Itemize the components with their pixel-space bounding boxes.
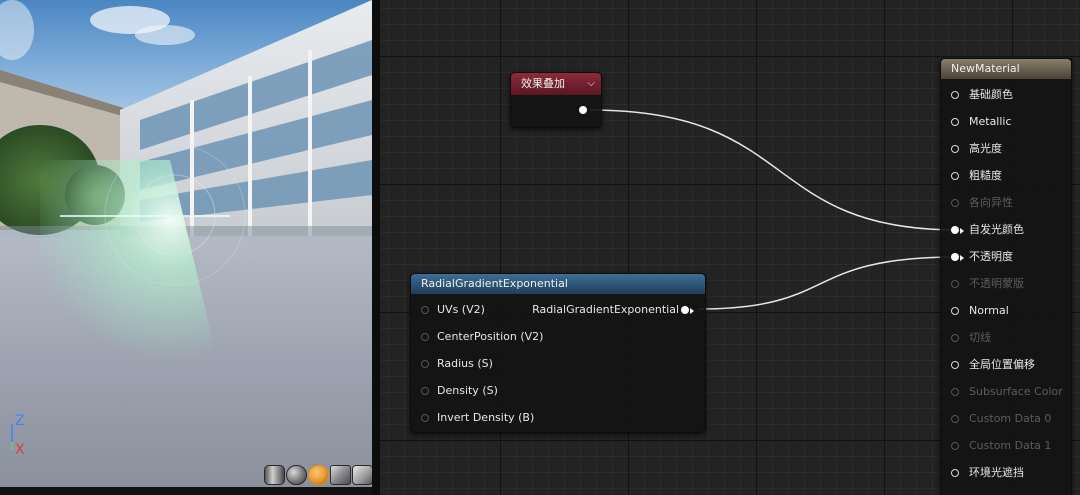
new-material-node-header[interactable]: NewMaterial [941, 59, 1071, 79]
material-input-label: 高光度 [969, 142, 1002, 155]
preview-shape-toolbar [264, 465, 372, 485]
material-input-pin [951, 199, 959, 207]
radial-input-label: Density (S) [437, 384, 498, 397]
material-input-pin[interactable] [951, 307, 959, 315]
radial-gradient-node-title: RadialGradientExponential [421, 277, 568, 290]
material-input-label: Custom Data 1 [969, 439, 1052, 452]
preview-scene [0, 0, 372, 380]
material-input-label: 全局位置偏移 [969, 358, 1035, 371]
material-input-label: 各向异性 [969, 196, 1013, 209]
material-input-label: 环境光遮挡 [969, 466, 1024, 479]
material-input-pin [951, 334, 959, 342]
material-input-pin [951, 280, 959, 288]
material-input-label: Normal [969, 304, 1009, 317]
radial-input-pin[interactable] [421, 333, 429, 341]
effect-overlay-node-header[interactable]: 效果叠加 ⌵ [511, 73, 601, 95]
radial-output-pin[interactable] [681, 306, 694, 314]
radial-output-label: RadialGradientExponential [532, 303, 679, 316]
effect-overlay-node[interactable]: 效果叠加 ⌵ [510, 72, 602, 128]
new-material-node[interactable]: NewMaterial 基础颜色 Metallic 高光度粗糙度各向异性自发光颜色不… [940, 58, 1072, 495]
cube-preview-icon[interactable] [330, 465, 351, 485]
axis-x-label: X [15, 442, 25, 458]
cylinder-preview-icon[interactable] [264, 465, 285, 485]
material-input-pin[interactable] [951, 91, 959, 99]
material-input-pin[interactable] [951, 226, 964, 234]
material-graph-canvas[interactable]: 效果叠加 ⌵ RadialGradientExponential UVs (V2… [380, 0, 1080, 495]
material-input-pin[interactable] [951, 361, 959, 369]
wire-radial-to-opacity [697, 256, 959, 310]
radial-input-label: Invert Density (B) [437, 411, 535, 424]
radial-input-label: CenterPosition (V2) [437, 330, 544, 343]
effect-output-pin[interactable] [579, 106, 587, 114]
material-input-pin[interactable] [951, 118, 959, 126]
material-input-pin [951, 415, 959, 423]
sphere-preview-icon[interactable] [286, 465, 307, 485]
radial-gradient-node-header[interactable]: RadialGradientExponential [411, 274, 705, 294]
chevron-down-icon[interactable]: ⌵ [587, 73, 595, 95]
material-input-label: Subsurface Color [969, 385, 1063, 398]
axis-z-label: Z [15, 413, 25, 429]
axis-gizmo: Z X [4, 412, 44, 462]
wire-effect-to-emissive [589, 109, 959, 231]
material-input-label: 自发光颜色 [969, 223, 1024, 236]
radial-input-pin[interactable] [421, 414, 429, 422]
radial-input-pin[interactable] [421, 360, 429, 368]
material-input-pin[interactable] [951, 172, 959, 180]
material-input-pin[interactable] [951, 145, 959, 153]
material-input-pin[interactable] [951, 469, 959, 477]
plane-preview-icon[interactable] [308, 465, 329, 485]
material-input-pin [951, 388, 959, 396]
material-input-pin [951, 442, 959, 450]
teapot-preview-icon[interactable] [352, 465, 372, 485]
material-input-label: Custom Data 0 [969, 412, 1052, 425]
panel-splitter[interactable] [372, 0, 380, 495]
material-input-pin[interactable] [951, 253, 964, 261]
radial-input-pin[interactable] [421, 387, 429, 395]
radial-input-pin[interactable] [421, 306, 429, 314]
material-input-label: 粗糙度 [969, 169, 1002, 182]
material-preview-viewport[interactable]: Z X [0, 0, 372, 487]
radial-input-label: Radius (S) [437, 357, 493, 370]
radial-input-label: UVs (V2) [437, 303, 485, 316]
material-input-label: 基础颜色 [969, 88, 1013, 101]
new-material-node-title: NewMaterial [951, 62, 1020, 75]
viewport-bottom-strip [0, 487, 372, 495]
material-input-label: 不透明蒙版 [969, 277, 1024, 290]
material-input-label: 切线 [969, 331, 991, 344]
material-input-label: 不透明度 [969, 250, 1013, 263]
effect-overlay-node-title: 效果叠加 [521, 77, 565, 90]
radial-gradient-node[interactable]: RadialGradientExponential UVs (V2) Center… [410, 273, 706, 433]
material-input-label: Metallic [969, 115, 1012, 128]
